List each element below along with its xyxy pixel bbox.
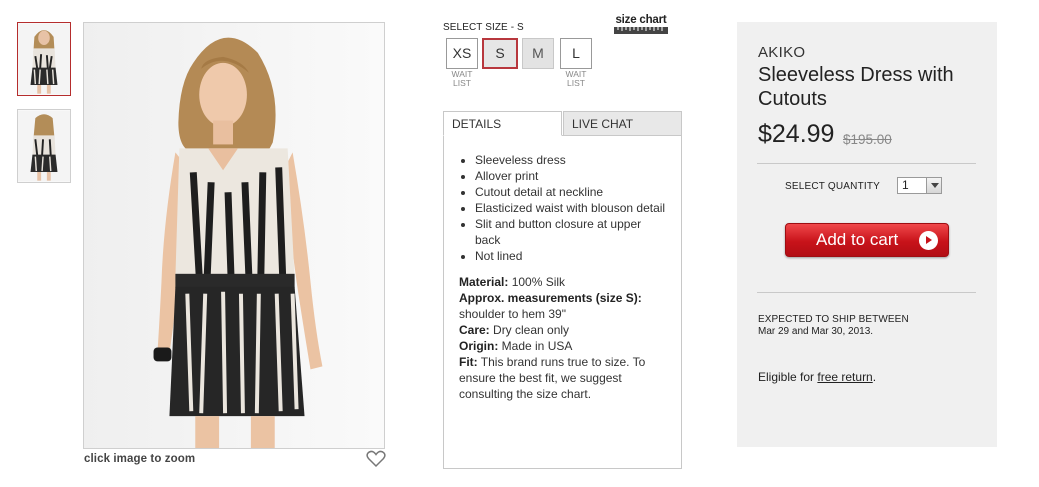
- model-in-dress-illustration: [84, 23, 384, 448]
- original-price: $195.00: [843, 132, 892, 147]
- spec-value: Made in USA: [498, 339, 573, 353]
- add-to-cart-button[interactable]: Add to cart: [785, 223, 949, 257]
- size-select-label: SELECT SIZE - S: [443, 22, 524, 33]
- shipping-label: EXPECTED TO SHIP BETWEEN: [758, 314, 909, 325]
- details-bullet: Cutout detail at neckline: [475, 184, 667, 200]
- spec-material: Material: 100% Silk: [459, 274, 667, 290]
- arrow-right-icon: [919, 231, 938, 250]
- size-option-m[interactable]: M: [522, 38, 554, 69]
- chevron-down-icon: [926, 178, 941, 193]
- thumbnail-back[interactable]: [17, 109, 71, 183]
- quantity-label: SELECT QUANTITY: [785, 181, 881, 192]
- spec-label: Origin:: [459, 339, 499, 353]
- waitlist-note-l: WAIT LIST: [560, 70, 592, 88]
- size-option-s[interactable]: S: [482, 38, 518, 69]
- size-chart-link[interactable]: size chart: [613, 14, 669, 36]
- divider: [757, 292, 976, 293]
- spec-measurements: Approx. measurements (size S): shoulder …: [459, 290, 667, 322]
- details-bullet: Not lined: [475, 248, 667, 264]
- main-product-image[interactable]: [83, 22, 385, 449]
- quantity-value: 1: [902, 178, 909, 192]
- return-eligibility: Eligible for free return.: [758, 370, 876, 384]
- spec-value: Dry clean only: [489, 323, 570, 337]
- details-bullet: Sleeveless dress: [475, 152, 667, 168]
- spec-value: 100% Silk: [508, 275, 566, 289]
- waitlist-note-l-line2: LIST: [567, 78, 585, 88]
- product-info-panel: AKIKO Sleeveless Dress with Cutouts $24.…: [737, 22, 997, 447]
- waitlist-note-xs-line2: LIST: [453, 78, 471, 88]
- product-title: Sleeveless Dress with Cutouts: [758, 64, 954, 110]
- details-bullet: Slit and button closure at upper back: [475, 216, 667, 248]
- product-thumbnail-image-front: [18, 23, 70, 95]
- spec-origin: Origin: Made in USA: [459, 338, 667, 354]
- quantity-select[interactable]: 1: [897, 177, 942, 194]
- spec-label: Fit:: [459, 355, 478, 369]
- details-bullet: Allover print: [475, 168, 667, 184]
- ruler-icon: [614, 27, 668, 34]
- spec-label: Care:: [459, 323, 490, 337]
- size-option-l[interactable]: L: [560, 38, 592, 69]
- spec-value: shoulder to hem 39": [459, 307, 566, 321]
- brand-name: AKIKO: [758, 44, 806, 61]
- tab-details[interactable]: DETAILS: [443, 111, 562, 136]
- sale-price: $24.99: [758, 120, 835, 148]
- size-chart-label: size chart: [615, 14, 667, 26]
- spec-value: This brand runs true to size. To ensure …: [459, 355, 646, 401]
- spec-label: Approx. measurements (size S):: [459, 291, 642, 305]
- spec-fit: Fit: This brand runs true to size. To en…: [459, 354, 667, 402]
- eligible-suffix: .: [872, 370, 877, 384]
- spec-care: Care: Dry clean only: [459, 322, 667, 338]
- divider: [757, 163, 976, 164]
- shipping-dates: Mar 29 and Mar 30, 2013.: [758, 326, 874, 337]
- details-bullet-list: Sleeveless dress Allover print Cutout de…: [459, 152, 667, 264]
- zoom-hint: click image to zoom: [84, 453, 196, 465]
- details-bullet: Elasticized waist with blouson detail: [475, 200, 667, 216]
- free-return-link[interactable]: free return: [817, 370, 872, 384]
- product-specs: Material: 100% Silk Approx. measurements…: [459, 274, 667, 402]
- spec-label: Material:: [459, 275, 509, 289]
- eligible-prefix: Eligible for: [758, 370, 818, 384]
- thumbnail-front[interactable]: [17, 22, 71, 96]
- product-thumbnail-image-back: [18, 110, 70, 182]
- size-option-xs[interactable]: XS: [446, 38, 478, 69]
- tab-live-chat[interactable]: LIVE CHAT: [563, 111, 682, 136]
- heart-icon[interactable]: [366, 450, 386, 468]
- details-panel: Sleeveless dress Allover print Cutout de…: [443, 135, 682, 469]
- waitlist-note-xs: WAIT LIST: [446, 70, 478, 88]
- add-to-cart-label: Add to cart: [816, 230, 899, 249]
